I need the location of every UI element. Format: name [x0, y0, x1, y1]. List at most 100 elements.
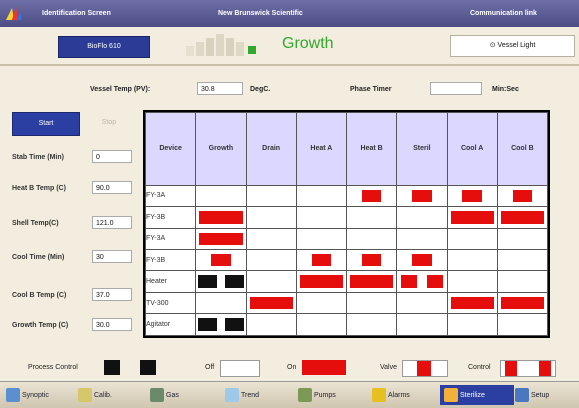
- grid-cell[interactable]: [195, 270, 247, 293]
- grid-cell[interactable]: [496, 291, 549, 315]
- grid-cell[interactable]: [446, 313, 498, 336]
- process-indicator: [198, 318, 217, 331]
- comm-link: Communication link: [470, 10, 537, 17]
- legend-process-label: Process Control: [28, 364, 78, 371]
- grid-cell[interactable]: [245, 206, 297, 229]
- active-indicator: [199, 232, 243, 245]
- nav-alarms[interactable]: Alarms: [372, 385, 410, 405]
- grid-cell[interactable]: [396, 291, 448, 315]
- nav-synoptic[interactable]: Synoptic: [6, 385, 49, 405]
- grid-cell[interactable]: [295, 206, 348, 229]
- legend-off-label: Off: [205, 364, 215, 371]
- nav-gas[interactable]: Gas: [150, 385, 179, 405]
- setup-icon: [515, 388, 529, 402]
- column-header: Steril: [396, 112, 448, 186]
- param-label: Shell Temp(C): [12, 220, 59, 227]
- param-label: Heat B Temp (C): [12, 185, 66, 192]
- param-input[interactable]: 121.0: [92, 216, 132, 229]
- nav-pumps[interactable]: Pumps: [298, 385, 336, 405]
- param-input[interactable]: 30.0: [92, 318, 132, 331]
- grid-cell[interactable]: [245, 313, 297, 336]
- device-name: FY-3A: [144, 227, 197, 250]
- grid-cell[interactable]: [345, 313, 398, 336]
- grid-cell[interactable]: [295, 291, 348, 315]
- grid-cell[interactable]: [496, 184, 549, 208]
- grid-cell[interactable]: [245, 291, 297, 315]
- active-indicator: [249, 296, 293, 310]
- grid-cell[interactable]: [245, 248, 297, 272]
- grid-cell[interactable]: [496, 227, 549, 250]
- grid-cell[interactable]: [446, 184, 498, 208]
- grid-cell[interactable]: [295, 313, 348, 336]
- grid-cell[interactable]: [446, 227, 498, 250]
- table-row: FY-3B: [144, 206, 549, 229]
- nav-label: Trend: [241, 391, 260, 399]
- grid-cell[interactable]: [195, 227, 247, 250]
- pumps-icon: [298, 388, 312, 402]
- trend-icon: [225, 388, 239, 402]
- column-header: Cool B: [496, 112, 549, 186]
- active-indicator: [500, 296, 544, 310]
- grid-cell[interactable]: [195, 291, 247, 315]
- active-indicator: [361, 253, 382, 267]
- param-input[interactable]: 0: [92, 150, 132, 163]
- vessel-temp-label: Vessel Temp (PV):: [90, 86, 151, 93]
- param-input[interactable]: 90.0: [92, 181, 132, 194]
- nav-sterilize[interactable]: Sterilize: [440, 385, 514, 405]
- grid-cell[interactable]: [345, 184, 398, 208]
- nav-setup[interactable]: Setup: [515, 385, 549, 405]
- grid-cell[interactable]: [195, 313, 247, 336]
- grid-cell[interactable]: [345, 206, 398, 229]
- stop-button[interactable]: Stop: [80, 112, 138, 134]
- vessel-light-button[interactable]: ⊙ Vessel Light: [450, 35, 575, 57]
- param-input[interactable]: 37.0: [92, 288, 132, 301]
- grid-cell[interactable]: [396, 313, 448, 336]
- grid-cell[interactable]: [396, 184, 448, 208]
- grid-cell[interactable]: [295, 184, 348, 208]
- grid-cell[interactable]: [345, 270, 398, 293]
- grid-cell[interactable]: [396, 270, 448, 293]
- nav-label: Pumps: [314, 391, 336, 399]
- nav-label: Synoptic: [22, 391, 49, 399]
- grid-cell[interactable]: [446, 206, 498, 229]
- grid-cell[interactable]: [345, 227, 398, 250]
- grid-cell[interactable]: [496, 270, 549, 293]
- device-name: Heater: [144, 270, 197, 293]
- grid-cell[interactable]: [446, 291, 498, 315]
- grid-cell[interactable]: [396, 206, 448, 229]
- batch-button[interactable]: BioFlo 610: [58, 36, 150, 58]
- grid-cell[interactable]: [295, 270, 348, 293]
- active-indicator: [361, 189, 382, 203]
- param-input[interactable]: 30: [92, 250, 132, 263]
- grid-cell[interactable]: [446, 248, 498, 272]
- nav-trend[interactable]: Trend: [225, 385, 259, 405]
- legend-on-label: On: [287, 364, 297, 371]
- title-bar: Identification Screen New Brunswick Scie…: [0, 0, 579, 27]
- grid-cell[interactable]: [496, 313, 549, 336]
- active-indicator: [412, 189, 432, 203]
- start-button[interactable]: Start: [12, 112, 80, 136]
- grid-cell[interactable]: [496, 248, 549, 272]
- grid-cell[interactable]: [295, 227, 348, 250]
- device-name: Agitator: [144, 313, 197, 336]
- vessel-light-label: Vessel Light: [497, 42, 536, 49]
- grid-cell[interactable]: [345, 248, 398, 272]
- grid-cell[interactable]: [396, 227, 448, 250]
- divider: [0, 64, 579, 66]
- grid-cell[interactable]: [195, 184, 247, 208]
- nav-calib[interactable]: Calib.: [78, 385, 112, 405]
- grid-cell[interactable]: [245, 270, 297, 293]
- phase-bars-icon: [186, 34, 256, 56]
- grid-cell[interactable]: [446, 270, 498, 293]
- legend-on-swatch: [302, 360, 346, 375]
- grid-cell[interactable]: [245, 184, 297, 208]
- grid-cell[interactable]: [345, 291, 398, 315]
- active-indicator: [412, 253, 432, 267]
- grid-cell[interactable]: [195, 248, 247, 272]
- grid-cell[interactable]: [295, 248, 348, 272]
- grid-cell[interactable]: [496, 206, 549, 229]
- param-label: Growth Temp (C): [12, 322, 69, 329]
- grid-cell[interactable]: [396, 248, 448, 272]
- grid-cell[interactable]: [245, 227, 297, 250]
- grid-cell[interactable]: [195, 206, 247, 229]
